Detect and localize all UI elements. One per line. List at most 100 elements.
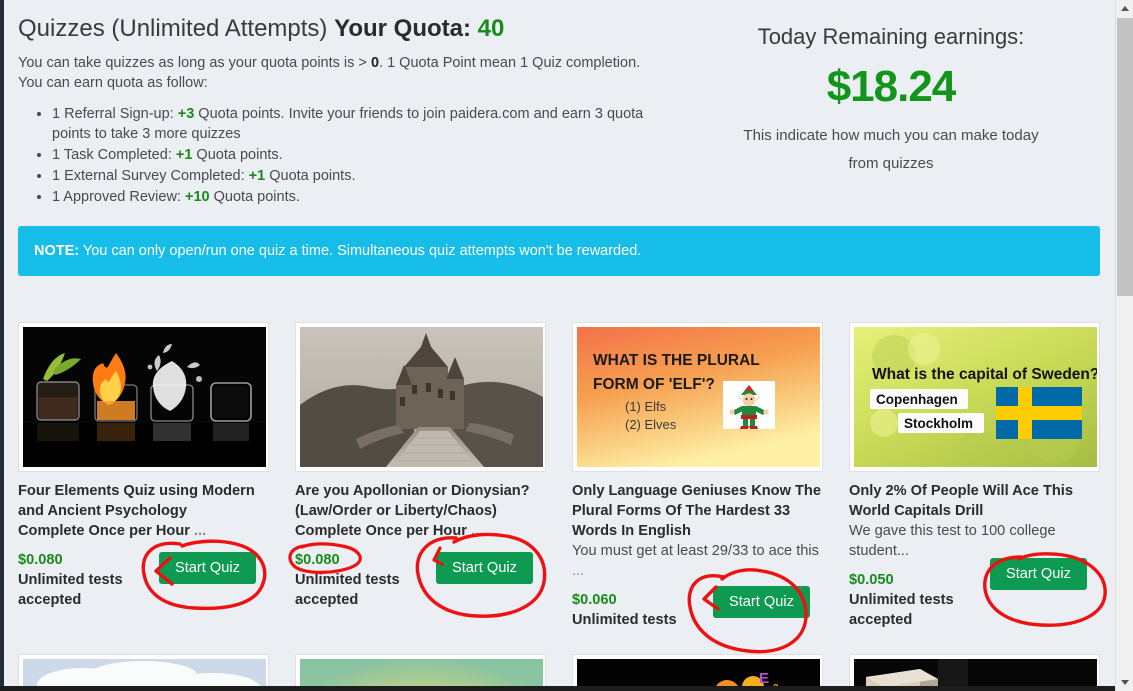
page-title-main: Quizzes (Unlimited Attempts): [18, 15, 328, 42]
bottom-edge-band: [0, 686, 1133, 691]
quiz-card-price-row: $0.060 Unlimited tests Start Quiz: [572, 586, 823, 646]
quiz-card-title-line-1: World Capitals Drill: [849, 503, 984, 519]
start-quiz-button[interactable]: Start Quiz: [990, 558, 1087, 590]
svg-text:E: E: [759, 670, 769, 687]
quiz-card-frame[interactable]: [295, 322, 546, 472]
scroll-up-arrow[interactable]: [1116, 0, 1133, 17]
earn-item-1-post: Quota points.: [192, 147, 283, 163]
start-quiz-button[interactable]: Start Quiz: [436, 552, 533, 584]
quiz-card-title-line-1: (Law/Order or Liberty/Chaos): [295, 503, 497, 519]
list-item: 1 External Survey Completed: +1 Quota po…: [52, 166, 678, 186]
start-quiz-button[interactable]: Start Quiz: [713, 586, 810, 618]
quiz-card-ellipsis: ...: [470, 523, 484, 539]
thumb-text-line2: FORM OF 'ELF'?: [593, 376, 715, 393]
quiz-card-0: Four Elements Quiz using Modern and Anci…: [4, 322, 281, 646]
vertical-scrollbar[interactable]: [1115, 0, 1133, 691]
capital-of-sweden-thumbnail[interactable]: What is the capital of Sweden? Copenhage…: [854, 327, 1097, 467]
quiz-card-price-row: $0.080 Unlimited tests accepted Start Qu…: [295, 550, 546, 610]
earnings-subtext: This indicate how much you can make toda…: [678, 122, 1104, 178]
quota-value: 40: [477, 15, 505, 42]
castle-road-thumbnail[interactable]: [300, 327, 543, 467]
app-root: Quizzes (Unlimited Attempts) Your Quota:…: [0, 0, 1133, 691]
quiz-card-price-row: $0.080 Unlimited tests accepted Start Qu…: [18, 550, 269, 610]
quota-label: Your Quota:: [334, 15, 471, 42]
quiz-card-title-line-1: Plural Forms Of The Hardest 33: [572, 503, 791, 519]
thumb-text-opt1: Copenhagen: [876, 392, 958, 407]
earn-item-1-points: +1: [175, 147, 193, 163]
quiz-card-1: Are you Apollonian or Dionysian? (Law/Or…: [281, 322, 558, 646]
quiz-card-frame[interactable]: WHAT IS THE PLURAL FORM OF 'ELF'? (1) El…: [572, 322, 823, 472]
thumb-text-line1: What is the capital of Sweden?: [872, 366, 1097, 383]
lead-1b: 0: [370, 55, 380, 71]
thumb-text-opt1: (1) Elfs: [625, 399, 667, 414]
quiz-card-description: We gave this test to 100 college student…: [849, 521, 1100, 561]
quiz-card-title-line-2-text: Complete Once per Hour: [18, 523, 194, 539]
page-header: Quizzes (Unlimited Attempts) Your Quota:…: [4, 0, 1114, 208]
thumb-text-line1: WHAT IS THE PLURAL: [593, 352, 760, 369]
quiz-card-unlimited-line-0: Unlimited tests: [849, 592, 954, 608]
note-label: NOTE:: [34, 243, 80, 259]
earnings-subtext-line-2: from quizzes: [848, 155, 934, 172]
earn-item-3-post: Quota points.: [209, 189, 300, 205]
quiz-card-description: You must get at least 29/33 to ace this …: [572, 541, 823, 581]
page-content: Quizzes (Unlimited Attempts) Your Quota:…: [4, 0, 1114, 691]
quiz-card-unlimited-line-1: accepted: [295, 592, 359, 608]
quiz-card-title-line-0: Only Language Geniuses Know The: [572, 483, 821, 499]
quiz-card-title-line-1: and Ancient Psychology: [18, 503, 187, 519]
earnings-subtext-line-1: This indicate how much you can make toda…: [743, 127, 1039, 144]
quota-earn-list: 1 Referral Sign-up: +3 Quota points. Inv…: [52, 104, 678, 207]
quiz-card-title: Only 2% Of People Will Ace This World Ca…: [849, 481, 1100, 521]
quiz-card-title-line-2: Complete Once per Hour ...: [295, 521, 546, 541]
quiz-card-desc-line-0: We gave this test to 100 college: [849, 523, 1056, 539]
quiz-card-3: What is the capital of Sweden? Copenhage…: [835, 322, 1112, 646]
earn-item-0-points: +3: [177, 106, 195, 122]
four-elements-glasses-thumbnail[interactable]: [23, 327, 266, 467]
note-banner: NOTE: You can only open/run one quiz a t…: [18, 226, 1100, 276]
earn-item-2-points: +1: [248, 168, 266, 184]
list-item: 1 Referral Sign-up: +3 Quota points. Inv…: [52, 104, 678, 144]
quiz-card-title: Only Language Geniuses Know The Plural F…: [572, 481, 823, 541]
note-text: You can only open/run one quiz a time. S…: [79, 243, 642, 259]
quiz-card-unlimited-line-1: accepted: [18, 592, 82, 608]
quiz-card-unlimited-line-1: accepted: [849, 612, 913, 628]
scrollbar-thumb[interactable]: [1117, 18, 1133, 296]
thumb-text-opt2: (2) Elves: [625, 417, 677, 432]
sweden-flag-icon: [996, 387, 1082, 439]
quiz-card-title-line-0: Are you Apollonian or Dionysian?: [295, 483, 530, 499]
header-right-column: Today Remaining earnings: $18.24 This in…: [678, 14, 1104, 208]
page-title: Quizzes (Unlimited Attempts) Your Quota:…: [18, 14, 678, 44]
start-quiz-button[interactable]: Start Quiz: [159, 552, 256, 584]
earnings-title: Today Remaining earnings:: [757, 24, 1025, 49]
quiz-card-price-row: $0.050 Unlimited tests accepted Start Qu…: [849, 558, 1100, 630]
quiz-card-ellipsis: ...: [193, 523, 207, 539]
quiz-card-ellipsis: ...: [572, 563, 585, 579]
list-item: 1 Task Completed: +1 Quota points.: [52, 145, 678, 165]
earn-item-3-pre: 1 Approved Review:: [52, 189, 185, 205]
earn-item-0-pre: 1 Referral Sign-up:: [52, 106, 178, 122]
plural-form-of-elf-thumbnail[interactable]: WHAT IS THE PLURAL FORM OF 'ELF'? (1) El…: [577, 327, 820, 467]
quiz-card-title-line-2-text: Complete Once per Hour: [295, 523, 471, 539]
thumb-text-opt2: Stockholm: [904, 416, 973, 431]
quiz-card-title-line-2: Words In English: [572, 523, 691, 539]
quiz-card-title-line-0: Only 2% Of People Will Ace This: [849, 483, 1073, 499]
left-edge-rail: [0, 0, 4, 691]
quiz-card-title: Are you Apollonian or Dionysian? (Law/Or…: [295, 481, 546, 541]
earn-item-3-points: +10: [185, 189, 210, 205]
earn-item-2-pre: 1 External Survey Completed:: [52, 168, 249, 184]
quiz-card-title-line-0: Four Elements Quiz using Modern: [18, 483, 255, 499]
quiz-card-frame[interactable]: What is the capital of Sweden? Copenhage…: [849, 322, 1100, 472]
quiz-card-grid-row-2: E 3 % H π P 2+2 ∞ WHAT IS YOUR: [4, 646, 1114, 691]
lead-1a: You can take quizzes as long as your quo…: [18, 55, 371, 71]
quiz-card-2: WHAT IS THE PLURAL FORM OF 'ELF'? (1) El…: [558, 322, 835, 646]
earn-item-2-post: Quota points.: [265, 168, 356, 184]
quota-explainer-line-1: You can take quizzes as long as your quo…: [18, 53, 678, 73]
quiz-card-title-line-2: Complete Once per Hour ...: [18, 521, 269, 541]
earn-item-1-pre: 1 Task Completed:: [52, 147, 176, 163]
scroll-down-arrow[interactable]: [1116, 674, 1133, 691]
lead-1c: . 1 Quota Point mean 1 Quiz completion.: [379, 55, 641, 71]
quiz-card-desc-line-0: You must get at least 29/33 to ace this: [572, 543, 819, 559]
earnings-amount: $18.24: [826, 62, 957, 111]
quiz-card-frame[interactable]: [18, 322, 269, 472]
quota-explainer: You can take quizzes as long as your quo…: [18, 53, 678, 93]
quiz-card-grid-row-1: Four Elements Quiz using Modern and Anci…: [4, 276, 1114, 646]
